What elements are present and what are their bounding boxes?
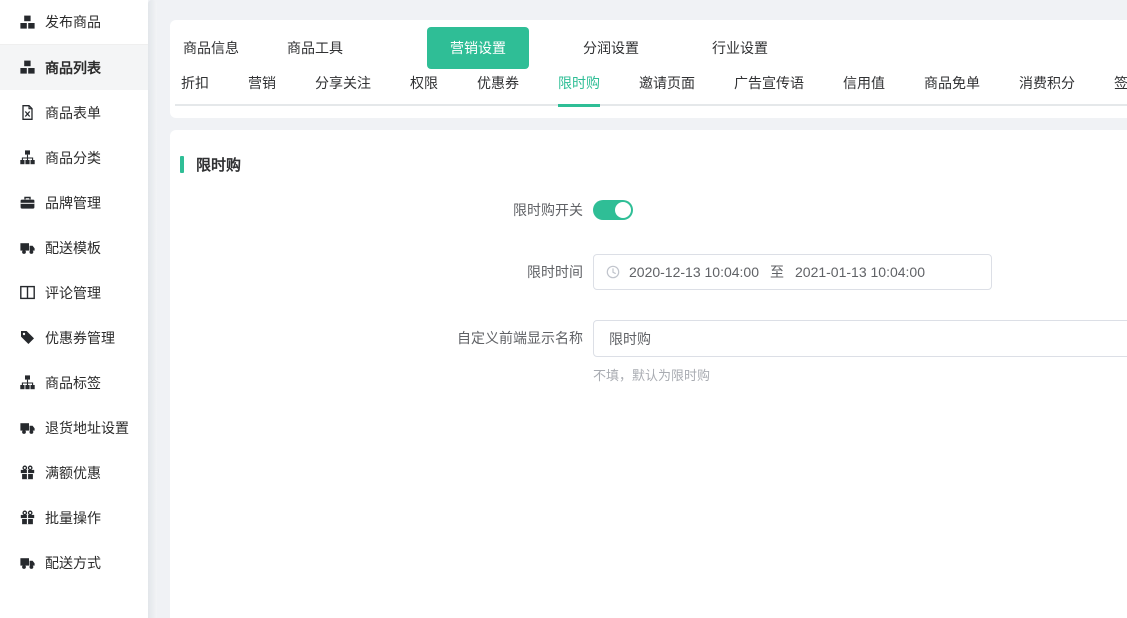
flash-sale-switch-label: 限时购开关	[170, 200, 583, 220]
flash-sale-switch-row: 限时购开关	[170, 200, 1127, 220]
sidebar-item-product-tags[interactable]: 商品标签	[0, 360, 148, 405]
sidebar: 发布商品 商品列表 商品表单 商品分类 品牌管理 配送模板 评论管理 优惠券管理…	[0, 0, 148, 618]
sidebar-item-label: 商品列表	[45, 58, 101, 78]
tab-flash-sale[interactable]: 限时购	[558, 73, 600, 107]
sidebar-item-label: 发布商品	[45, 12, 101, 32]
tab-discount[interactable]: 折扣	[181, 73, 209, 107]
sidebar-item-delivery-method[interactable]: 配送方式	[0, 540, 148, 585]
sidebar-item-label: 品牌管理	[45, 193, 101, 213]
sidebar-item-label: 商品标签	[45, 373, 101, 393]
tab-industry-settings[interactable]: 行业设置	[712, 38, 768, 58]
tab-product-free[interactable]: 商品免单	[924, 73, 980, 107]
primary-tab-bar: 商品信息 商品工具 营销设置 分润设置 行业设置	[170, 24, 1127, 72]
sidebar-item-label: 评论管理	[45, 283, 101, 303]
section-title-bar	[180, 156, 184, 173]
tab-profit-settings[interactable]: 分润设置	[583, 38, 639, 58]
gift-icon	[20, 510, 35, 525]
sidebar-item-label: 配送方式	[45, 553, 101, 573]
columns-icon	[20, 285, 35, 300]
sidebar-item-label: 退货地址设置	[45, 418, 129, 438]
tab-permissions[interactable]: 权限	[410, 73, 438, 107]
sidebar-item-full-amount-discount[interactable]: 满额优惠	[0, 450, 148, 495]
flash-sale-toggle[interactable]	[593, 200, 633, 220]
section-title: 限时购	[170, 130, 1127, 175]
clock-icon	[606, 265, 620, 279]
tag-icon	[20, 330, 35, 345]
tab-product-tools[interactable]: 商品工具	[287, 38, 343, 58]
sidebar-item-product-list[interactable]: 商品列表	[0, 45, 148, 90]
sidebar-item-return-address-settings[interactable]: 退货地址设置	[0, 405, 148, 450]
sidebar-item-publish-product[interactable]: 发布商品	[0, 0, 148, 45]
tab-product-info[interactable]: 商品信息	[183, 38, 239, 58]
tab-marketing-settings[interactable]: 营销设置	[427, 27, 529, 69]
sidebar-item-comment-management[interactable]: 评论管理	[0, 270, 148, 315]
content-card: 限时购 限时购开关 限时时间 2020-12-13 10:04:00 至 202…	[170, 130, 1127, 618]
date-range-input[interactable]: 2020-12-13 10:04:00 至 2021-01-13 10:04:0…	[593, 254, 992, 290]
sidebar-item-label: 批量操作	[45, 508, 101, 528]
truck-icon	[20, 240, 35, 255]
flash-sale-time-label: 限时时间	[170, 254, 583, 290]
sidebar-item-brand-management[interactable]: 品牌管理	[0, 180, 148, 225]
tab-invite-page[interactable]: 邀请页面	[639, 73, 695, 107]
sidebar-item-label: 满额优惠	[45, 463, 101, 483]
cubes-icon	[20, 15, 35, 30]
sidebar-item-delivery-template[interactable]: 配送模板	[0, 225, 148, 270]
sitemap-icon	[20, 150, 35, 165]
sidebar-item-product-form[interactable]: 商品表单	[0, 90, 148, 135]
cubes-icon	[20, 60, 35, 75]
sidebar-item-batch-operations[interactable]: 批量操作	[0, 495, 148, 540]
sidebar-item-label: 商品分类	[45, 148, 101, 168]
tab-share-follow[interactable]: 分享关注	[315, 73, 371, 107]
custom-name-hint: 不填，默认为限时购	[593, 365, 1127, 384]
sidebar-item-product-category[interactable]: 商品分类	[0, 135, 148, 180]
file-excel-icon	[20, 105, 35, 120]
tab-checkin[interactable]: 签到	[1114, 73, 1127, 107]
custom-name-row: 自定义前端显示名称	[170, 320, 1127, 357]
date-range-start: 2020-12-13 10:04:00	[629, 264, 759, 280]
date-range-end: 2021-01-13 10:04:00	[795, 264, 925, 280]
section-title-text: 限时购	[196, 154, 241, 175]
sidebar-item-coupon-management[interactable]: 优惠券管理	[0, 315, 148, 360]
sidebar-item-label: 配送模板	[45, 238, 101, 258]
tab-credit-value[interactable]: 信用值	[843, 73, 885, 107]
tab-coupon[interactable]: 优惠券	[477, 73, 519, 107]
flash-sale-time-row: 限时时间 2020-12-13 10:04:00 至 2021-01-13 10…	[170, 254, 1127, 290]
gift-icon	[20, 465, 35, 480]
toggle-knob	[615, 202, 631, 218]
tabs-card: 商品信息 商品工具 营销设置 分润设置 行业设置 折扣 营销 分享关注 权限 优…	[170, 20, 1127, 118]
truck-icon	[20, 555, 35, 570]
date-range-separator: 至	[770, 262, 784, 282]
briefcase-icon	[20, 195, 35, 210]
tab-marketing[interactable]: 营销	[248, 73, 276, 107]
sidebar-scrollbar[interactable]	[148, 0, 157, 618]
sitemap-icon	[20, 375, 35, 390]
sidebar-item-label: 商品表单	[45, 103, 101, 123]
truck-icon	[20, 420, 35, 435]
secondary-tab-bar: 折扣 营销 分享关注 权限 优惠券 限时购 邀请页面 广告宣传语 信用值 商品免…	[175, 74, 1127, 106]
custom-name-input[interactable]	[593, 320, 1127, 357]
sidebar-item-label: 优惠券管理	[45, 328, 115, 348]
tab-ad-slogan[interactable]: 广告宣传语	[734, 73, 804, 107]
custom-name-label: 自定义前端显示名称	[170, 320, 583, 356]
tab-consumption-points[interactable]: 消费积分	[1019, 73, 1075, 107]
